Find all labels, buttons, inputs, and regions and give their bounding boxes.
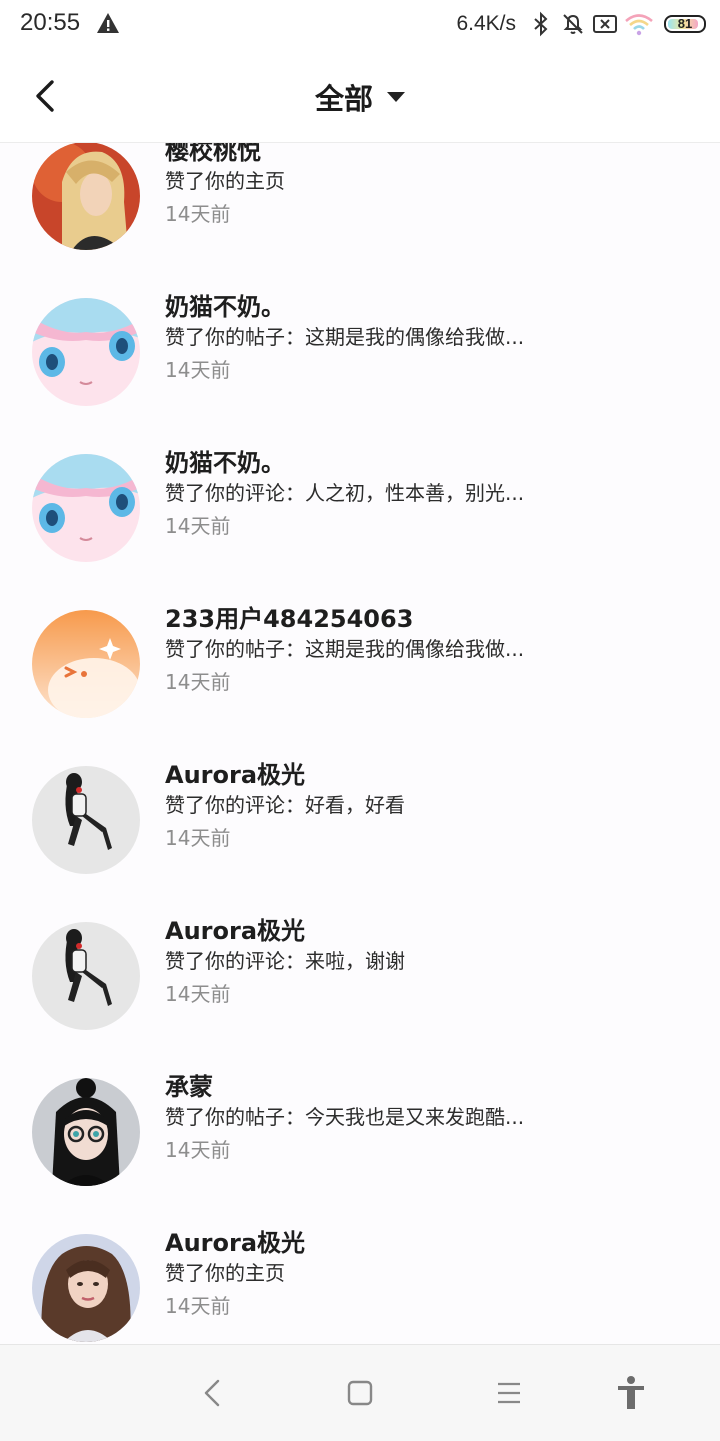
timestamp: 14天前 bbox=[165, 514, 231, 538]
user-name[interactable]: 奶猫不奶。 bbox=[165, 287, 285, 322]
battery-icon: 81 bbox=[664, 15, 706, 33]
notification-text: 赞了你的帖子：这期是我的偶像给我做... bbox=[165, 637, 525, 661]
user-name[interactable]: 233用户484254063 bbox=[165, 599, 413, 634]
notification-text: 赞了你的帖子：这期是我的偶像给我做... bbox=[165, 325, 525, 349]
timestamp: 14天前 bbox=[165, 826, 231, 850]
notification-item[interactable]: Aurora极光 赞了你的评论：好看，好看 14天前 bbox=[0, 755, 720, 911]
notification-item[interactable]: 樱校桃悦 赞了你的主页 14天前 bbox=[0, 143, 720, 287]
battery-level: 81 bbox=[677, 16, 693, 31]
user-name[interactable]: 奶猫不奶。 bbox=[165, 443, 285, 478]
notification-item[interactable]: 承蒙 赞了你的帖子：今天我也是又来发跑酷... 14天前 bbox=[0, 1067, 720, 1223]
page-title[interactable]: 全部 bbox=[315, 82, 373, 116]
notification-text: 赞了你的主页 bbox=[165, 1261, 285, 1285]
avatar[interactable] bbox=[32, 766, 140, 874]
home-square-icon[interactable] bbox=[340, 1373, 380, 1413]
menu-lines-icon[interactable] bbox=[489, 1373, 529, 1413]
warning-icon bbox=[97, 13, 119, 33]
notification-text: 赞了你的评论：好看，好看 bbox=[165, 793, 405, 817]
notification-text: 赞了你的帖子：今天我也是又来发跑酷... bbox=[165, 1105, 525, 1129]
notification-item[interactable]: 奶猫不奶。 赞了你的评论：人之初，性本善，别光... 14天前 bbox=[0, 443, 720, 599]
avatar[interactable] bbox=[32, 298, 140, 406]
filter-dropdown[interactable]: 全部 bbox=[0, 76, 720, 118]
timestamp: 14天前 bbox=[165, 982, 231, 1006]
notification-text: 赞了你的评论：人之初，性本善，别光... bbox=[165, 481, 525, 505]
status-icons: 6.4K/s 81 bbox=[456, 8, 706, 40]
notification-text: 赞了你的评论：来啦，谢谢 bbox=[165, 949, 405, 973]
accessibility-icon[interactable] bbox=[611, 1373, 651, 1413]
user-name[interactable]: 樱校桃悦 bbox=[165, 143, 261, 166]
sim-blocked-icon bbox=[593, 15, 617, 33]
timestamp: 14天前 bbox=[165, 202, 231, 226]
system-nav-bar bbox=[0, 1344, 720, 1441]
mute-bell-icon bbox=[563, 14, 583, 34]
caret-down-icon[interactable] bbox=[387, 92, 405, 102]
status-time: 20:55 bbox=[20, 9, 81, 36]
timestamp: 14天前 bbox=[165, 670, 231, 694]
notification-item[interactable]: 233用户484254063 赞了你的帖子：这期是我的偶像给我做... 14天前 bbox=[0, 599, 720, 755]
notification-item[interactable]: 奶猫不奶。 赞了你的帖子：这期是我的偶像给我做... 14天前 bbox=[0, 287, 720, 443]
user-name[interactable]: Aurora极光 bbox=[165, 1223, 305, 1258]
avatar[interactable] bbox=[32, 1078, 140, 1186]
wifi-icon bbox=[625, 14, 653, 36]
user-name[interactable]: Aurora极光 bbox=[165, 755, 305, 790]
user-name[interactable]: Aurora极光 bbox=[165, 911, 305, 946]
timestamp: 14天前 bbox=[165, 358, 231, 382]
header: 全部 bbox=[0, 50, 720, 143]
timestamp: 14天前 bbox=[165, 1138, 231, 1162]
avatar[interactable] bbox=[32, 454, 140, 562]
notification-list[interactable]: 樱校桃悦 赞了你的主页 14天前 奶猫不奶。 赞了你的帖子：这期是我的偶像给我做 bbox=[0, 143, 720, 1344]
bluetooth-icon bbox=[534, 11, 548, 37]
avatar[interactable] bbox=[32, 143, 140, 250]
notification-text: 赞了你的主页 bbox=[165, 169, 285, 193]
timestamp: 14天前 bbox=[165, 1294, 231, 1318]
notification-item[interactable]: Aurora极光 赞了你的评论：来啦，谢谢 14天前 bbox=[0, 911, 720, 1067]
avatar[interactable] bbox=[32, 1234, 140, 1342]
notification-item[interactable]: Aurora极光 赞了你的主页 14天前 bbox=[0, 1223, 720, 1344]
avatar[interactable] bbox=[32, 922, 140, 1030]
status-bar: 20:55 6.4K/s 81 bbox=[0, 0, 720, 50]
avatar[interactable] bbox=[32, 610, 140, 718]
user-name[interactable]: 承蒙 bbox=[165, 1067, 213, 1102]
back-nav-icon[interactable] bbox=[194, 1373, 234, 1413]
net-speed: 6.4K/s bbox=[456, 12, 516, 35]
